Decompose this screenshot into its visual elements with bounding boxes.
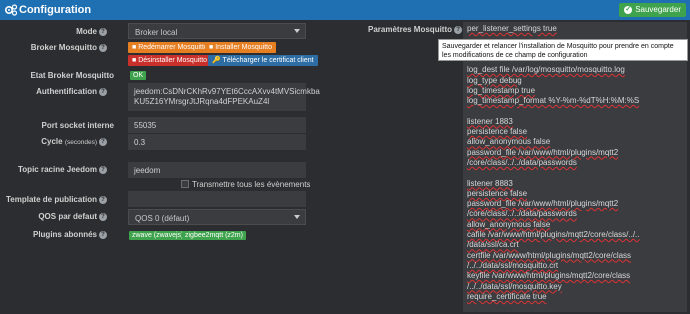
- check-icon: ✓: [624, 6, 633, 14]
- help-icon: ?: [454, 25, 463, 34]
- config-line: /../../data/ssl/mosquitto.key: [467, 281, 562, 291]
- install-mosquitto-button[interactable]: ■ Installer Mosquitto: [205, 42, 276, 53]
- config-line: per_listener_settings true: [467, 24, 557, 33]
- transmit-all-label: Transmettre tous les évènements: [192, 180, 311, 189]
- config-line: /../../data/ssl/mosquitto.crt: [467, 260, 559, 270]
- help-icon: ?: [99, 137, 107, 146]
- mode-label: Mode?: [76, 27, 107, 36]
- config-line: log_timestamp true: [467, 85, 536, 95]
- uninstall-mosquitto-button[interactable]: ■ Désinstaller Mosquitto: [128, 55, 212, 66]
- config-line: persistence false: [467, 188, 528, 198]
- plugin-badge-zwave: zwave (zwavejs): [129, 231, 187, 240]
- topic-label: Topic racine Jeedom?: [18, 165, 107, 174]
- config-line: certfile /var/www/html/plugins/mqtt2/cor…: [467, 250, 632, 260]
- help-icon: ?: [99, 212, 107, 221]
- gears-icon: [4, 4, 18, 16]
- auth-label: Authentification?: [36, 87, 107, 96]
- config-header: Configuration ✓ Sauvegarder: [0, 0, 690, 20]
- mosquitto-params-label: Paramètres Mosquitto?: [368, 25, 463, 34]
- config-line: require_certificate true: [467, 291, 547, 301]
- topic-input[interactable]: jeedom: [128, 162, 306, 178]
- config-line: password_file /var/www/html/plugins/mqtt…: [467, 199, 619, 209]
- transmit-all-checkbox[interactable]: [181, 180, 189, 188]
- tooltip: Sauvegarder et relancer l'installation d…: [438, 39, 688, 61]
- template-label: Template de publication?: [6, 195, 107, 204]
- port-input[interactable]: 55035: [128, 117, 306, 133]
- config-line: password_file /var/www/html/plugins/mqtt…: [467, 147, 619, 157]
- status-badge: OK: [130, 71, 147, 80]
- config-line: listener 1883: [467, 116, 513, 126]
- config-line: log_type debug: [467, 75, 522, 85]
- port-value: 55035: [134, 121, 157, 130]
- qos-value: QOS 0 (défaut): [135, 214, 190, 223]
- plugins-label: Plugins abonnés?: [33, 230, 107, 239]
- template-input[interactable]: [128, 191, 306, 207]
- config-line: log_dest file /var/log/mosquitto/mosquit…: [467, 65, 625, 75]
- mode-select[interactable]: Broker local: [128, 23, 306, 39]
- topic-value: jeedom: [134, 166, 161, 175]
- qos-select[interactable]: QOS 0 (défaut): [128, 209, 306, 225]
- download-certificate-button[interactable]: 🔑 Télécharger le certificat client: [208, 55, 318, 66]
- state-label: Etat Broker Mosquitto: [30, 71, 114, 80]
- cycle-value: 0.3: [134, 138, 146, 147]
- save-label: Sauvegarder: [635, 5, 681, 14]
- config-line: allow_anonymous false: [467, 219, 551, 229]
- help-icon: ?: [99, 87, 107, 96]
- chevron-down-icon: [294, 29, 300, 33]
- auth-textarea[interactable]: jeedom:CsDNrCKhRv97YEt6CccAXvv4tMVSicmkb…: [128, 83, 320, 111]
- port-label: Port socket interne: [41, 121, 114, 130]
- save-button[interactable]: ✓ Sauvegarder: [619, 3, 686, 17]
- config-line: persistence false: [467, 127, 528, 136]
- cycle-label: Cycle (secondes)?: [41, 137, 107, 146]
- config-line: /core/class/../../data/passwords: [467, 209, 577, 219]
- restart-mosquitto-button[interactable]: ■ Redémarrer Mosquitto: [128, 42, 212, 53]
- mode-value: Broker local: [135, 28, 178, 37]
- help-icon: ?: [99, 195, 107, 204]
- page-title: Configuration: [19, 4, 92, 16]
- config-line: listener 8883: [467, 178, 513, 188]
- help-icon: ?: [99, 230, 107, 239]
- auth-line-2: KU5Z16YMrsgrJtJRqna4dFPEKAuZ4l: [134, 97, 270, 106]
- config-line: keyfile /var/www/html/plugins/mqtt2/core…: [467, 271, 631, 281]
- help-icon: ?: [99, 27, 107, 36]
- qos-label: QOS par defaut?: [38, 212, 107, 221]
- cycle-input[interactable]: 0.3: [128, 134, 306, 150]
- config-line: cafile /var/www/html/plugins/mqtt2/core/…: [467, 230, 640, 239]
- broker-label: Broker Mosquitto?: [31, 43, 107, 52]
- config-line: /data/ssl/ca.crt: [467, 240, 519, 250]
- chevron-down-icon: [294, 215, 300, 219]
- help-icon: ?: [99, 43, 107, 52]
- plugin-badge-zigbee2mqtt: zigbee2mqtt (z2m): [182, 231, 246, 240]
- config-line: /core/class/../../data/passwords: [467, 157, 577, 167]
- help-icon: ?: [99, 165, 107, 174]
- mosquitto-params-textarea[interactable]: per_listener_settings true log_dest file …: [463, 22, 687, 312]
- config-line: allow_anonymous false: [467, 137, 551, 147]
- auth-line-1: jeedom:CsDNrCKhRv97YEt6CccAXvv4tMVSicmkb…: [134, 87, 320, 96]
- config-line: log_timestamp_format %Y-%m-%dT%H:%M:%S: [467, 96, 640, 106]
